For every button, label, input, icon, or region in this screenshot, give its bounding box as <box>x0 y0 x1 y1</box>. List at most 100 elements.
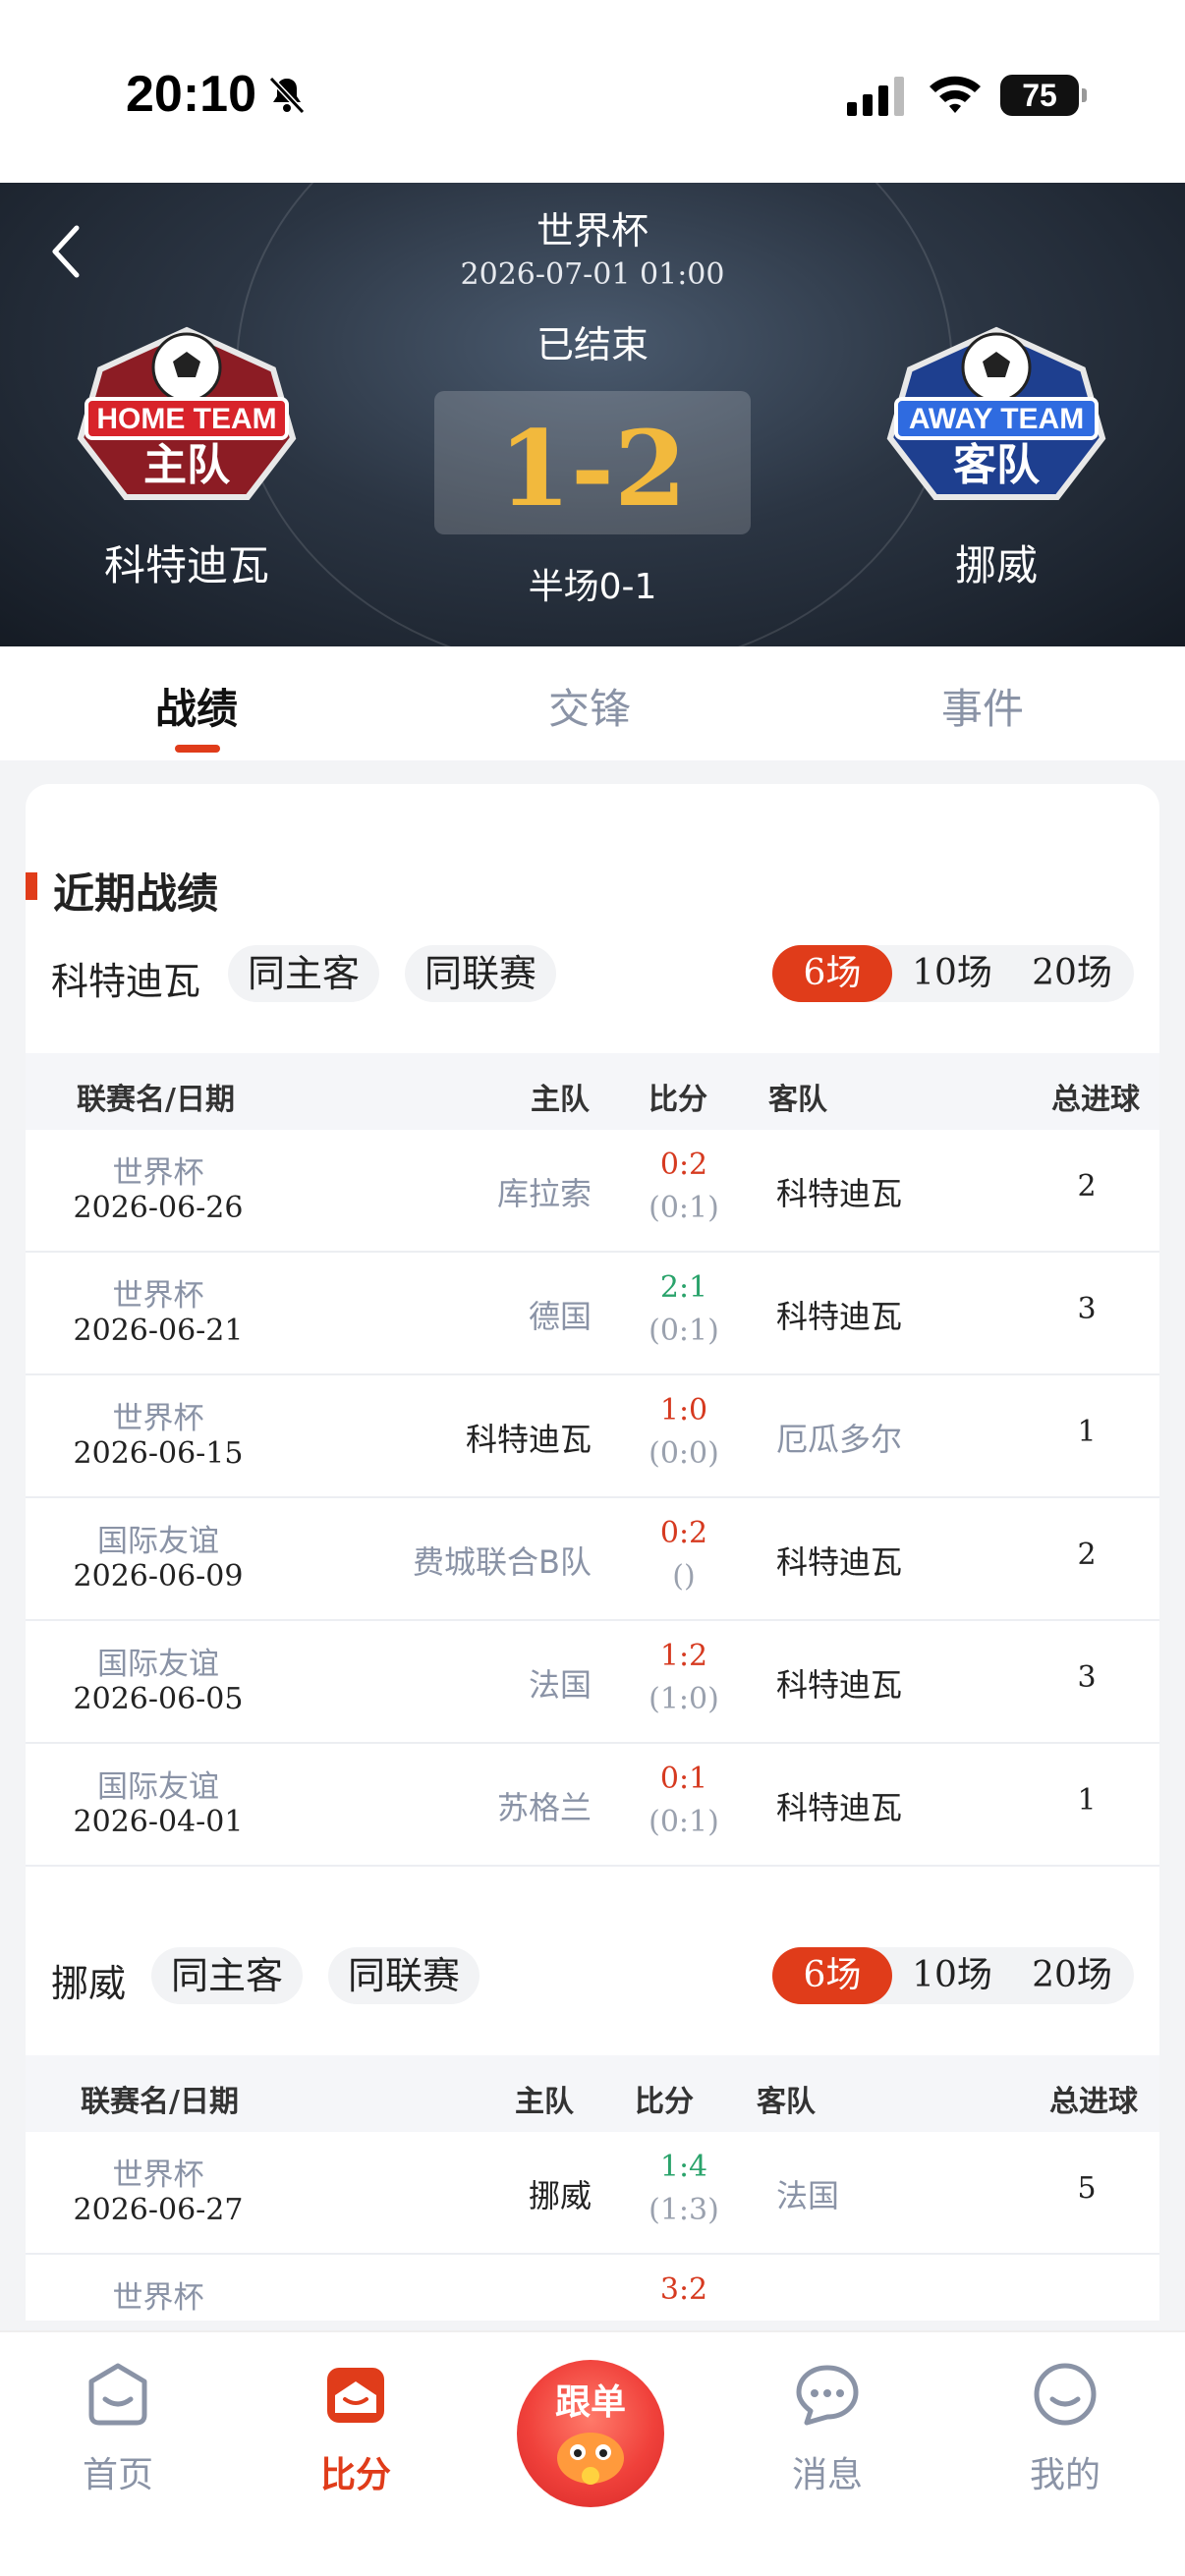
tab-label: 交锋 <box>547 685 631 733</box>
tab-bar: 战绩 交锋 事件 <box>0 646 1185 760</box>
row-halftime: (0:0) <box>649 1436 719 1471</box>
row-away-team: 法国 <box>776 2177 840 2214</box>
row-league: 国际友谊 <box>97 1524 219 1559</box>
row-league: 国际友谊 <box>97 1769 219 1805</box>
row-halftime: (0:1) <box>649 1191 719 1225</box>
row-league: 国际友谊 <box>97 1647 219 1682</box>
tab-record[interactable]: 战绩 <box>98 676 295 753</box>
nav-label: 首页 <box>82 2455 153 2495</box>
away-team-name[interactable]: 挪威 <box>849 532 1144 592</box>
tab-label: 事件 <box>940 685 1024 733</box>
col-score: 比分 <box>649 1083 707 1117</box>
count-option-6[interactable]: 6场 <box>772 945 892 1002</box>
count-option-10[interactable]: 10场 <box>892 945 1012 1002</box>
row-date: 2026-06-27 <box>73 2193 244 2227</box>
table-row[interactable]: 世界杯 2026-06-15 科特迪瓦 1:0 (0:0) 厄瓜多尔 1 <box>26 1375 1159 1498</box>
row-home-team: 德国 <box>528 1298 592 1335</box>
row-total-goals: 3 <box>1077 1660 1097 1695</box>
same-league-chip[interactable]: 同联赛 <box>405 945 557 1002</box>
league-name: 世界杯 <box>536 209 649 252</box>
recent-record-card: 近期战绩 科特迪瓦 同主客 同联赛 6场 10场 20场 联赛名/日期 主队 比… <box>26 784 1159 2321</box>
row-away-team: 科特迪瓦 <box>776 1789 903 1826</box>
home-filter-bar: 科特迪瓦 同主客 同联赛 6场 10场 20场 <box>26 945 1159 1004</box>
nav-home[interactable]: 首页 <box>39 2360 197 2497</box>
col-total: 总进球 <box>1049 2085 1138 2119</box>
status-time: 20:10 <box>126 66 256 123</box>
row-league: 世界杯 <box>112 1401 204 1436</box>
col-away: 客队 <box>757 2085 816 2119</box>
table-row[interactable]: 世界杯 2026-06-27 挪威 1:4 (1:3) 法国 5 <box>26 2132 1159 2255</box>
count-option-20[interactable]: 20场 <box>1012 1947 1132 2004</box>
count-option-6[interactable]: 6场 <box>772 1947 892 2004</box>
row-halftime: (1:3) <box>649 2193 719 2227</box>
row-score: 0:1 <box>659 1762 708 1796</box>
row-league: 世界杯 <box>112 2157 204 2193</box>
filter-team-name: 挪威 <box>51 1962 127 2005</box>
row-home-team: 苏格兰 <box>496 1789 592 1826</box>
row-away-team: 科特迪瓦 <box>776 1175 903 1212</box>
same-venue-chip[interactable]: 同主客 <box>228 945 380 1002</box>
final-score: 1-2 <box>498 407 687 530</box>
svg-text:主队: 主队 <box>143 440 231 490</box>
col-score: 比分 <box>635 2085 694 2119</box>
table-row[interactable]: 国际友谊 2026-04-01 苏格兰 0:1 (0:1) 科特迪瓦 1 <box>26 1744 1159 1867</box>
row-away-team: 厄瓜多尔 <box>776 1421 903 1458</box>
row-date: 2026-06-15 <box>73 1436 244 1471</box>
count-option-10[interactable]: 10场 <box>892 1947 1012 2004</box>
filter-team-name: 科特迪瓦 <box>51 960 201 1003</box>
row-halftime: (0:1) <box>649 1805 719 1839</box>
col-home: 主队 <box>515 2085 574 2119</box>
away-table-header: 联赛名/日期 主队 比分 客队 总进球 <box>26 2055 1159 2132</box>
tab-head-to-head[interactable]: 交锋 <box>491 676 688 736</box>
home-icon <box>88 2363 147 2426</box>
nav-messages[interactable]: 消息 <box>749 2360 906 2497</box>
row-halftime: () <box>672 1559 696 1594</box>
row-total-goals: 1 <box>1077 1415 1097 1449</box>
svg-text:HOME TEAM: HOME TEAM <box>96 403 276 435</box>
match-header: 世界杯 2026-07-01 01:00 已结束 HOME TEAM 主队 AW… <box>0 183 1185 646</box>
row-total-goals: 1 <box>1077 1783 1097 1818</box>
row-total-goals: 5 <box>1077 2171 1097 2206</box>
tab-events[interactable]: 事件 <box>884 676 1081 736</box>
row-score: 2:1 <box>659 1270 708 1305</box>
battery-indicator: 75 <box>1000 75 1087 116</box>
row-score: 0:2 <box>659 1148 708 1182</box>
svg-text:客队: 客队 <box>953 440 1041 490</box>
table-row[interactable]: 世界杯 3:2 <box>26 2255 1159 2321</box>
table-row[interactable]: 国际友谊 2026-06-05 法国 1:2 (1:0) 科特迪瓦 3 <box>26 1621 1159 1744</box>
same-league-chip[interactable]: 同联赛 <box>328 1947 480 2004</box>
nav-label: 消息 <box>791 2455 863 2495</box>
row-score: 1:4 <box>659 2150 708 2184</box>
nav-follow[interactable]: 跟单 <box>517 2360 664 2507</box>
section-title: 近期战绩 <box>26 861 218 921</box>
row-home-team: 挪威 <box>528 2177 592 2214</box>
col-league-date: 联赛名/日期 <box>81 2085 239 2119</box>
profile-icon <box>1034 2363 1097 2426</box>
svg-text:AWAY TEAM: AWAY TEAM <box>909 403 1084 435</box>
tab-label: 战绩 <box>154 685 238 733</box>
col-away: 客队 <box>768 1083 827 1117</box>
row-halftime: (0:1) <box>649 1314 719 1348</box>
same-venue-chip[interactable]: 同主客 <box>151 1947 304 2004</box>
table-row[interactable]: 世界杯 2026-06-21 德国 2:1 (0:1) 科特迪瓦 3 <box>26 1253 1159 1375</box>
row-home-team: 科特迪瓦 <box>465 1421 592 1458</box>
follow-mascot-icon <box>557 2433 624 2485</box>
status-bar: 20:10 75 <box>0 0 1185 183</box>
row-date: 2026-06-05 <box>73 1682 244 1716</box>
table-row[interactable]: 国际友谊 2026-06-09 费城联合B队 0:2 () 科特迪瓦 2 <box>26 1498 1159 1621</box>
row-home-team: 库拉索 <box>496 1175 592 1212</box>
count-option-20[interactable]: 20场 <box>1012 945 1132 1002</box>
row-away-team: 科特迪瓦 <box>776 1298 903 1335</box>
col-total: 总进球 <box>1051 1083 1140 1117</box>
match-datetime: 2026-07-01 01:00 <box>460 257 725 292</box>
wifi-icon <box>930 76 981 113</box>
nav-profile[interactable]: 我的 <box>987 2360 1144 2497</box>
home-team-logo: HOME TEAM 主队 <box>77 326 297 500</box>
table-row[interactable]: 世界杯 2026-06-26 库拉索 0:2 (0:1) 科特迪瓦 2 <box>26 1130 1159 1253</box>
row-score: 1:0 <box>659 1393 708 1428</box>
home-team-name[interactable]: 科特迪瓦 <box>39 532 334 592</box>
row-date: 2026-04-01 <box>73 1805 244 1839</box>
nav-label: 比分 <box>319 2455 391 2495</box>
nav-score[interactable]: 比分 <box>277 2360 434 2497</box>
row-away-team: 科特迪瓦 <box>776 1543 903 1581</box>
